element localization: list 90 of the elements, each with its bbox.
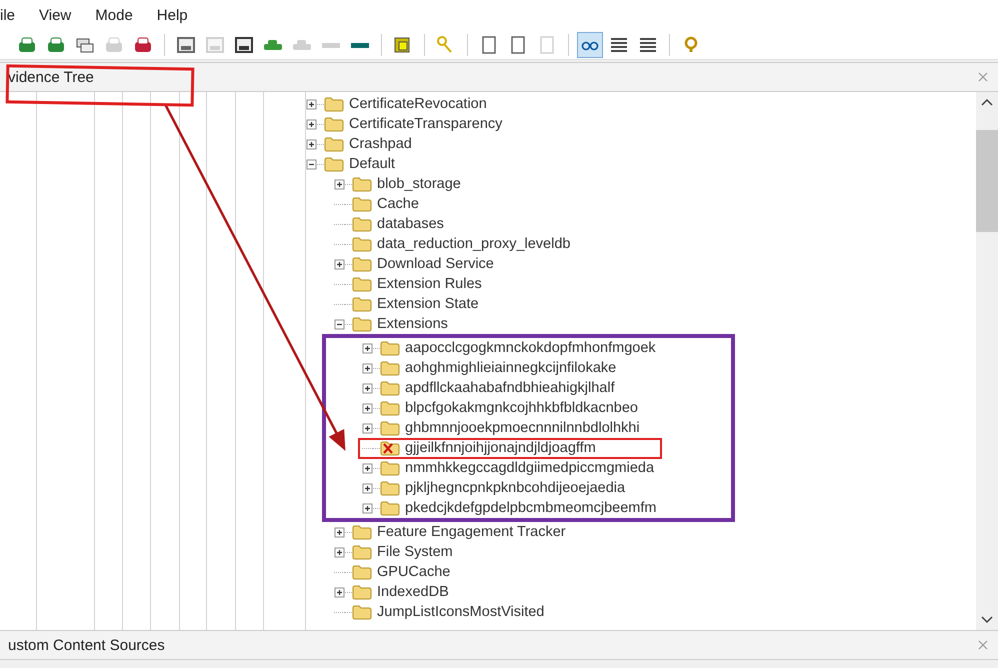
expand-icon[interactable] <box>362 382 373 394</box>
tree-item-label[interactable]: Default <box>349 156 395 172</box>
tree-item-label[interactable]: JumpListIconsMostVisited <box>377 604 544 620</box>
scrollbar-thumb[interactable] <box>976 130 998 232</box>
menu-item[interactable]: Mode <box>95 4 133 26</box>
tree-item-label[interactable]: GPUCache <box>377 564 450 580</box>
scroll-down-icon[interactable] <box>981 616 993 624</box>
tree-item-label[interactable]: Cache <box>377 196 419 212</box>
collapse-icon[interactable] <box>306 158 317 170</box>
glasses-icon <box>582 41 598 50</box>
folder-icon <box>352 256 372 272</box>
expand-icon[interactable] <box>362 362 373 374</box>
tree-item-label[interactable]: pjkljhegncpnkpknbcohdijeoejaedia <box>405 480 626 496</box>
folder-icon <box>324 116 344 132</box>
folder-icon <box>352 196 372 212</box>
panel-title: ustom Content Sources <box>8 636 165 654</box>
tree-item-label[interactable]: pkedcjkdefgpdelpbcmbmeomcjbeemfm <box>405 500 656 516</box>
stack-icon <box>76 38 94 52</box>
folder-icon <box>324 136 344 152</box>
page-icon <box>482 36 496 54</box>
folder-icon <box>324 96 344 112</box>
folder-icon <box>380 400 400 416</box>
tree-item-label[interactable]: Extensions <box>377 316 448 332</box>
folder-icon <box>380 380 400 396</box>
tree-item-label[interactable]: CertificateTransparency <box>349 116 502 132</box>
tree-item-label[interactable]: CertificateRevocation <box>349 96 487 112</box>
folder-icon <box>352 564 372 580</box>
expand-icon[interactable] <box>306 118 317 130</box>
folder-icon <box>380 460 400 476</box>
collapse-icon[interactable] <box>334 318 345 330</box>
folder-icon <box>352 584 372 600</box>
panel-title: vidence Tree <box>8 68 94 86</box>
folder-icon <box>380 340 400 356</box>
close-icon[interactable] <box>978 72 988 82</box>
tree-item-label[interactable]: nmmhkkegccagdldgiimedpiccmgmieda <box>405 460 654 476</box>
expand-icon[interactable] <box>306 138 317 150</box>
tree-item-label[interactable]: Extension State <box>377 296 479 312</box>
page-icon <box>511 36 525 54</box>
tree-item-label[interactable]: File System <box>377 544 453 560</box>
scrollbar[interactable] <box>976 92 998 630</box>
expand-icon[interactable] <box>334 258 345 270</box>
folder-icon <box>380 360 400 376</box>
tree-item-label[interactable]: blpcfgokakmgnkcojhhkbfbldkacnbeo <box>405 400 638 416</box>
expand-icon[interactable] <box>334 178 345 190</box>
tree-item-label[interactable]: gjjeilkfnnjoihjjonajndjldjoagffm <box>405 440 596 456</box>
square-icon <box>394 37 410 52</box>
folder-icon <box>324 156 344 172</box>
tree-item-label[interactable]: Crashpad <box>349 136 412 152</box>
folder-icon <box>352 296 372 312</box>
tree-item-label[interactable]: data_reduction_proxy_leveldb <box>377 236 570 252</box>
expand-icon[interactable] <box>362 462 373 474</box>
tree-item-label[interactable]: blob_storage <box>377 176 461 192</box>
toolbar-button[interactable] <box>577 32 603 58</box>
bar-icon <box>322 42 340 48</box>
folder-icon <box>380 500 400 516</box>
close-icon[interactable] <box>978 640 988 650</box>
expand-icon[interactable] <box>362 402 373 414</box>
folder-icon <box>380 480 400 496</box>
folder-icon <box>352 544 372 560</box>
expand-icon[interactable] <box>306 98 317 110</box>
folder-icon <box>352 216 372 232</box>
expand-icon[interactable] <box>334 586 345 598</box>
folder-icon <box>352 316 372 332</box>
expand-icon[interactable] <box>362 342 373 354</box>
bar-icon <box>351 42 369 48</box>
folder-icon <box>380 420 400 436</box>
tree-item-label[interactable]: Feature Engagement Tracker <box>377 524 566 540</box>
tree-item-label[interactable]: databases <box>377 216 444 232</box>
page-icon <box>540 36 554 54</box>
menu-item[interactable]: View <box>39 4 72 26</box>
expand-icon[interactable] <box>334 546 345 558</box>
folder-icon <box>352 604 372 620</box>
tree-item-label[interactable]: Download Service <box>377 256 494 272</box>
scroll-up-icon[interactable] <box>981 98 993 106</box>
tree-item-label[interactable]: IndexedDB <box>377 584 449 600</box>
menu-item[interactable]: ile <box>0 4 16 26</box>
folder-icon <box>352 276 372 292</box>
expand-icon[interactable] <box>362 422 373 434</box>
folder-icon <box>352 176 372 192</box>
tree-item-label[interactable]: aapocclcgogkmnckokdopfmhonfmgoek <box>405 340 656 356</box>
tree-item-label[interactable]: aohghmighlieiainnegkcijnfilokake <box>405 360 616 376</box>
menu-item[interactable]: Help <box>156 4 188 26</box>
tree-item-label[interactable]: Extension Rules <box>377 276 482 292</box>
tree-item-label[interactable]: apdfllckaahabafndbhieahigkjlhalf <box>405 380 615 396</box>
expand-icon[interactable] <box>334 526 345 538</box>
folder-icon <box>352 236 372 252</box>
expand-icon[interactable] <box>362 482 373 494</box>
tree-item-label[interactable]: ghbmnnjooekpmoecnnnilnnbdlolhkhi <box>405 420 640 436</box>
expand-icon[interactable] <box>362 502 373 514</box>
folder-icon <box>352 524 372 540</box>
